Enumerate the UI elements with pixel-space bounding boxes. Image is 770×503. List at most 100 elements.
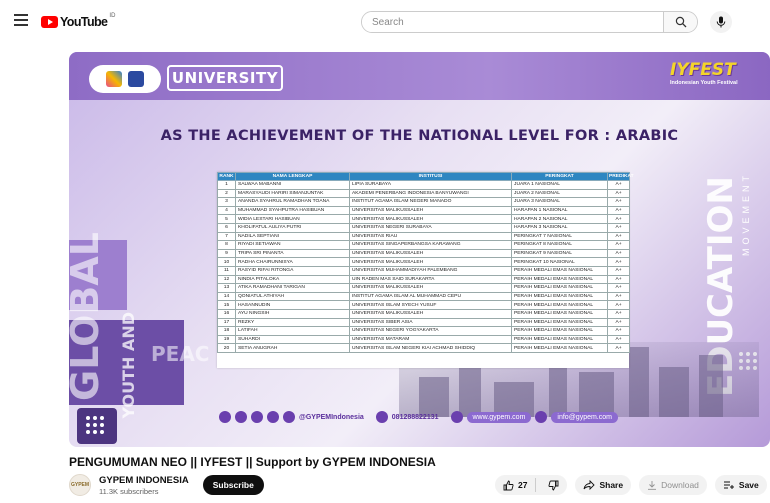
dislike-button[interactable] xyxy=(540,480,567,491)
table-cell: PERAIH MEDALI EMAS NASIONAL xyxy=(511,291,608,302)
table-row: 9 TRIPA SRI PINANTA UNIVERSITAS MALIKUSSAL… xyxy=(217,248,630,259)
table-cell: JUARA 1 NASIONAL xyxy=(511,180,608,190)
table-cell: PERINGKAT 10 NASIONAL xyxy=(511,257,608,267)
table-cell: PERAIH MEDALI EMAS NASIONAL xyxy=(511,317,608,328)
avatar[interactable]: GYPEM xyxy=(69,474,91,496)
table-cell: JUARA 3 NASIONAL xyxy=(511,197,608,207)
table-row: 10 RADHA CHAIRUNNISYA UNIVERSITAS MALIKUSS… xyxy=(217,257,630,267)
table-cell: RASYID RIFAI RITONGA xyxy=(235,265,350,276)
save-button[interactable]: Save xyxy=(714,475,767,495)
social-phone: 081288822131 xyxy=(391,413,439,421)
youtube-logo[interactable]: YouTube ID xyxy=(41,13,115,29)
table-cell: UNIVERSITAS ISLAM NEGERI KIAI ACHMAD SHI… xyxy=(349,343,512,353)
video-player[interactable]: UNIVERSITY IYFEST Indonesian Youth Festi… xyxy=(69,52,770,447)
channel-row: GYPEM GYPEM INDONESIA 11.3K subscribers … xyxy=(69,474,264,496)
table-cell: PERINGKAT 9 NASIONAL xyxy=(511,248,608,259)
table-row: 6 KHOLIFATUL AULIYA PUTRI UNIVERSITAS NEGE… xyxy=(217,222,630,233)
like-dislike-group: 27 xyxy=(495,475,568,495)
table-cell: UNIVERSITAS RIAU xyxy=(349,231,512,242)
thumbs-up-icon xyxy=(503,479,514,490)
table-cell: A+ xyxy=(607,283,630,293)
table-cell: A+ xyxy=(607,300,630,310)
video-headline: AS THE ACHIEVEMENT OF THE NATIONAL LEVEL… xyxy=(160,128,679,144)
table-cell: REZKY xyxy=(235,317,350,328)
video-title: PENGUMUMAN NEO || IYFEST || Support by G… xyxy=(69,455,436,469)
table-cell: LATIFAH xyxy=(235,326,350,336)
table-cell: RIYADI SETIAWAN xyxy=(235,240,350,250)
table-cell: A+ xyxy=(607,257,630,267)
table-row: 20 SETIA ANUGRAH UNIVERSITAS ISLAM NEGERI … xyxy=(217,343,630,353)
iyfest-subtitle: Indonesian Youth Festival xyxy=(670,80,738,86)
table-cell: 9 xyxy=(217,248,236,259)
table-cell: UNIVERSITAS MALIKUSSALEH xyxy=(349,283,512,293)
table-cell: A+ xyxy=(607,197,630,207)
table-cell: HARAPAN 2 NASIONAL xyxy=(511,214,608,224)
table-cell: PERINGKAT 8 NASIONAL xyxy=(511,240,608,250)
table-row: 1 SALWAA MABANNI LIPIA SURABAYA JUARA 1 NAS… xyxy=(217,180,630,190)
table-cell: UNIVERSITAS MALIKUSSALEH xyxy=(349,214,512,224)
channel-name[interactable]: GYPEM INDONESIA xyxy=(99,475,189,486)
table-row: 4 MUHAMMAD SYAHPUTRA HASIBUAN UNIVERSITAS … xyxy=(217,205,630,216)
table-cell: UNIVERSITAS NEGERI SURABAYA xyxy=(349,222,512,233)
social-web: www.gypem.com xyxy=(466,411,532,423)
partner-logos xyxy=(89,65,161,93)
table-body: 1 SALWAA MABANNI LIPIA SURABAYA JUARA 1 NAS… xyxy=(217,180,630,353)
table-cell: A+ xyxy=(607,334,630,345)
table-row: 8 RIYADI SETIAWAN UNIVERSITAS SINGAPERBANG… xyxy=(217,240,630,250)
table-cell: 4 xyxy=(217,205,236,216)
table-cell: NADILA SEPTIANI xyxy=(235,231,350,242)
subscribe-button[interactable]: Subscribe xyxy=(202,475,264,495)
table-cell: 18 xyxy=(217,326,236,336)
table-cell: 7 xyxy=(217,231,236,242)
table-header-cell: PERINGKAT xyxy=(511,172,608,181)
search-button[interactable] xyxy=(663,12,697,32)
table-row: 16 AYU NINGSIH UNIVERSITAS MALIKUSSALEH PER… xyxy=(217,308,630,319)
table-cell: ATIKA RAMADHANI TARIGAN xyxy=(235,283,350,293)
table-cell: 15 xyxy=(217,300,236,310)
table-cell: A+ xyxy=(607,248,630,259)
table-cell: A+ xyxy=(607,265,630,276)
table-cell: 16 xyxy=(217,308,236,319)
table-cell: PERAIH MEDALI EMAS NASIONAL xyxy=(511,334,608,345)
share-button[interactable]: Share xyxy=(575,475,632,495)
table-cell: NINDIA PITALOKA xyxy=(235,274,350,285)
like-button[interactable]: 27 xyxy=(495,478,537,492)
search-input[interactable] xyxy=(362,12,663,32)
table-cell: HASANNUDIN xyxy=(235,300,350,310)
table-cell: UNIVERSITAS MALIKUSSALEH xyxy=(349,257,512,267)
table-cell: PERAIH MEDALI EMAS NASIONAL xyxy=(511,265,608,276)
table-cell: PERAIH MEDALI EMAS NASIONAL xyxy=(511,343,608,353)
table-cell: UNIVERSITAS MUHAMMADIYAH PALEMBANG xyxy=(349,265,512,276)
share-label: Share xyxy=(599,480,624,490)
deco-block xyxy=(77,408,117,444)
category-badge: UNIVERSITY xyxy=(167,65,283,91)
table-cell: 20 xyxy=(217,343,236,353)
table-cell: INSTITUT AGAMA ISLAM NEGERI MANADO xyxy=(349,197,512,207)
side-text-youth: YOUTH AND xyxy=(119,312,138,419)
table-cell: A+ xyxy=(607,205,630,216)
social-handle: @GYPEMIndonesia xyxy=(299,413,364,421)
table-cell: A+ xyxy=(607,317,630,328)
table-cell: A+ xyxy=(607,188,630,199)
menu-icon[interactable] xyxy=(14,14,28,26)
table-cell: QONIATUL ATHIYAH xyxy=(235,291,350,302)
iyfest-logo: IYFEST Indonesian Youth Festival xyxy=(670,60,760,100)
table-cell: RADHA CHAIRUNNISYA xyxy=(235,257,350,267)
subscriber-count: 11.3K subscribers xyxy=(99,486,159,496)
download-button[interactable]: Download xyxy=(639,475,707,495)
table-cell: UNIVERSITAS SIBER ASIA xyxy=(349,317,512,328)
table-cell: UNIVERSITAS SINGAPERBANGSA KARAWANG xyxy=(349,240,512,250)
channel-info: GYPEM INDONESIA 11.3K subscribers xyxy=(99,475,189,496)
partner-logo-icon xyxy=(106,71,122,87)
search-bar xyxy=(361,11,698,33)
table-cell: MARASYAUDI HARIRI SIMANJUNTAK xyxy=(235,188,350,199)
voice-search-button[interactable] xyxy=(710,11,732,33)
save-label: Save xyxy=(738,480,759,490)
table-cell: UIN RADEN MAS SAID SURAKARTA xyxy=(349,274,512,285)
play-logo-icon xyxy=(41,16,58,28)
table-cell: A+ xyxy=(607,240,630,250)
table-cell: LIPIA SURABAYA xyxy=(349,180,512,190)
table-cell: AYU NINGSIH xyxy=(235,308,350,319)
side-text-global: GLOBAL xyxy=(69,232,107,401)
microphone-icon xyxy=(716,16,726,28)
